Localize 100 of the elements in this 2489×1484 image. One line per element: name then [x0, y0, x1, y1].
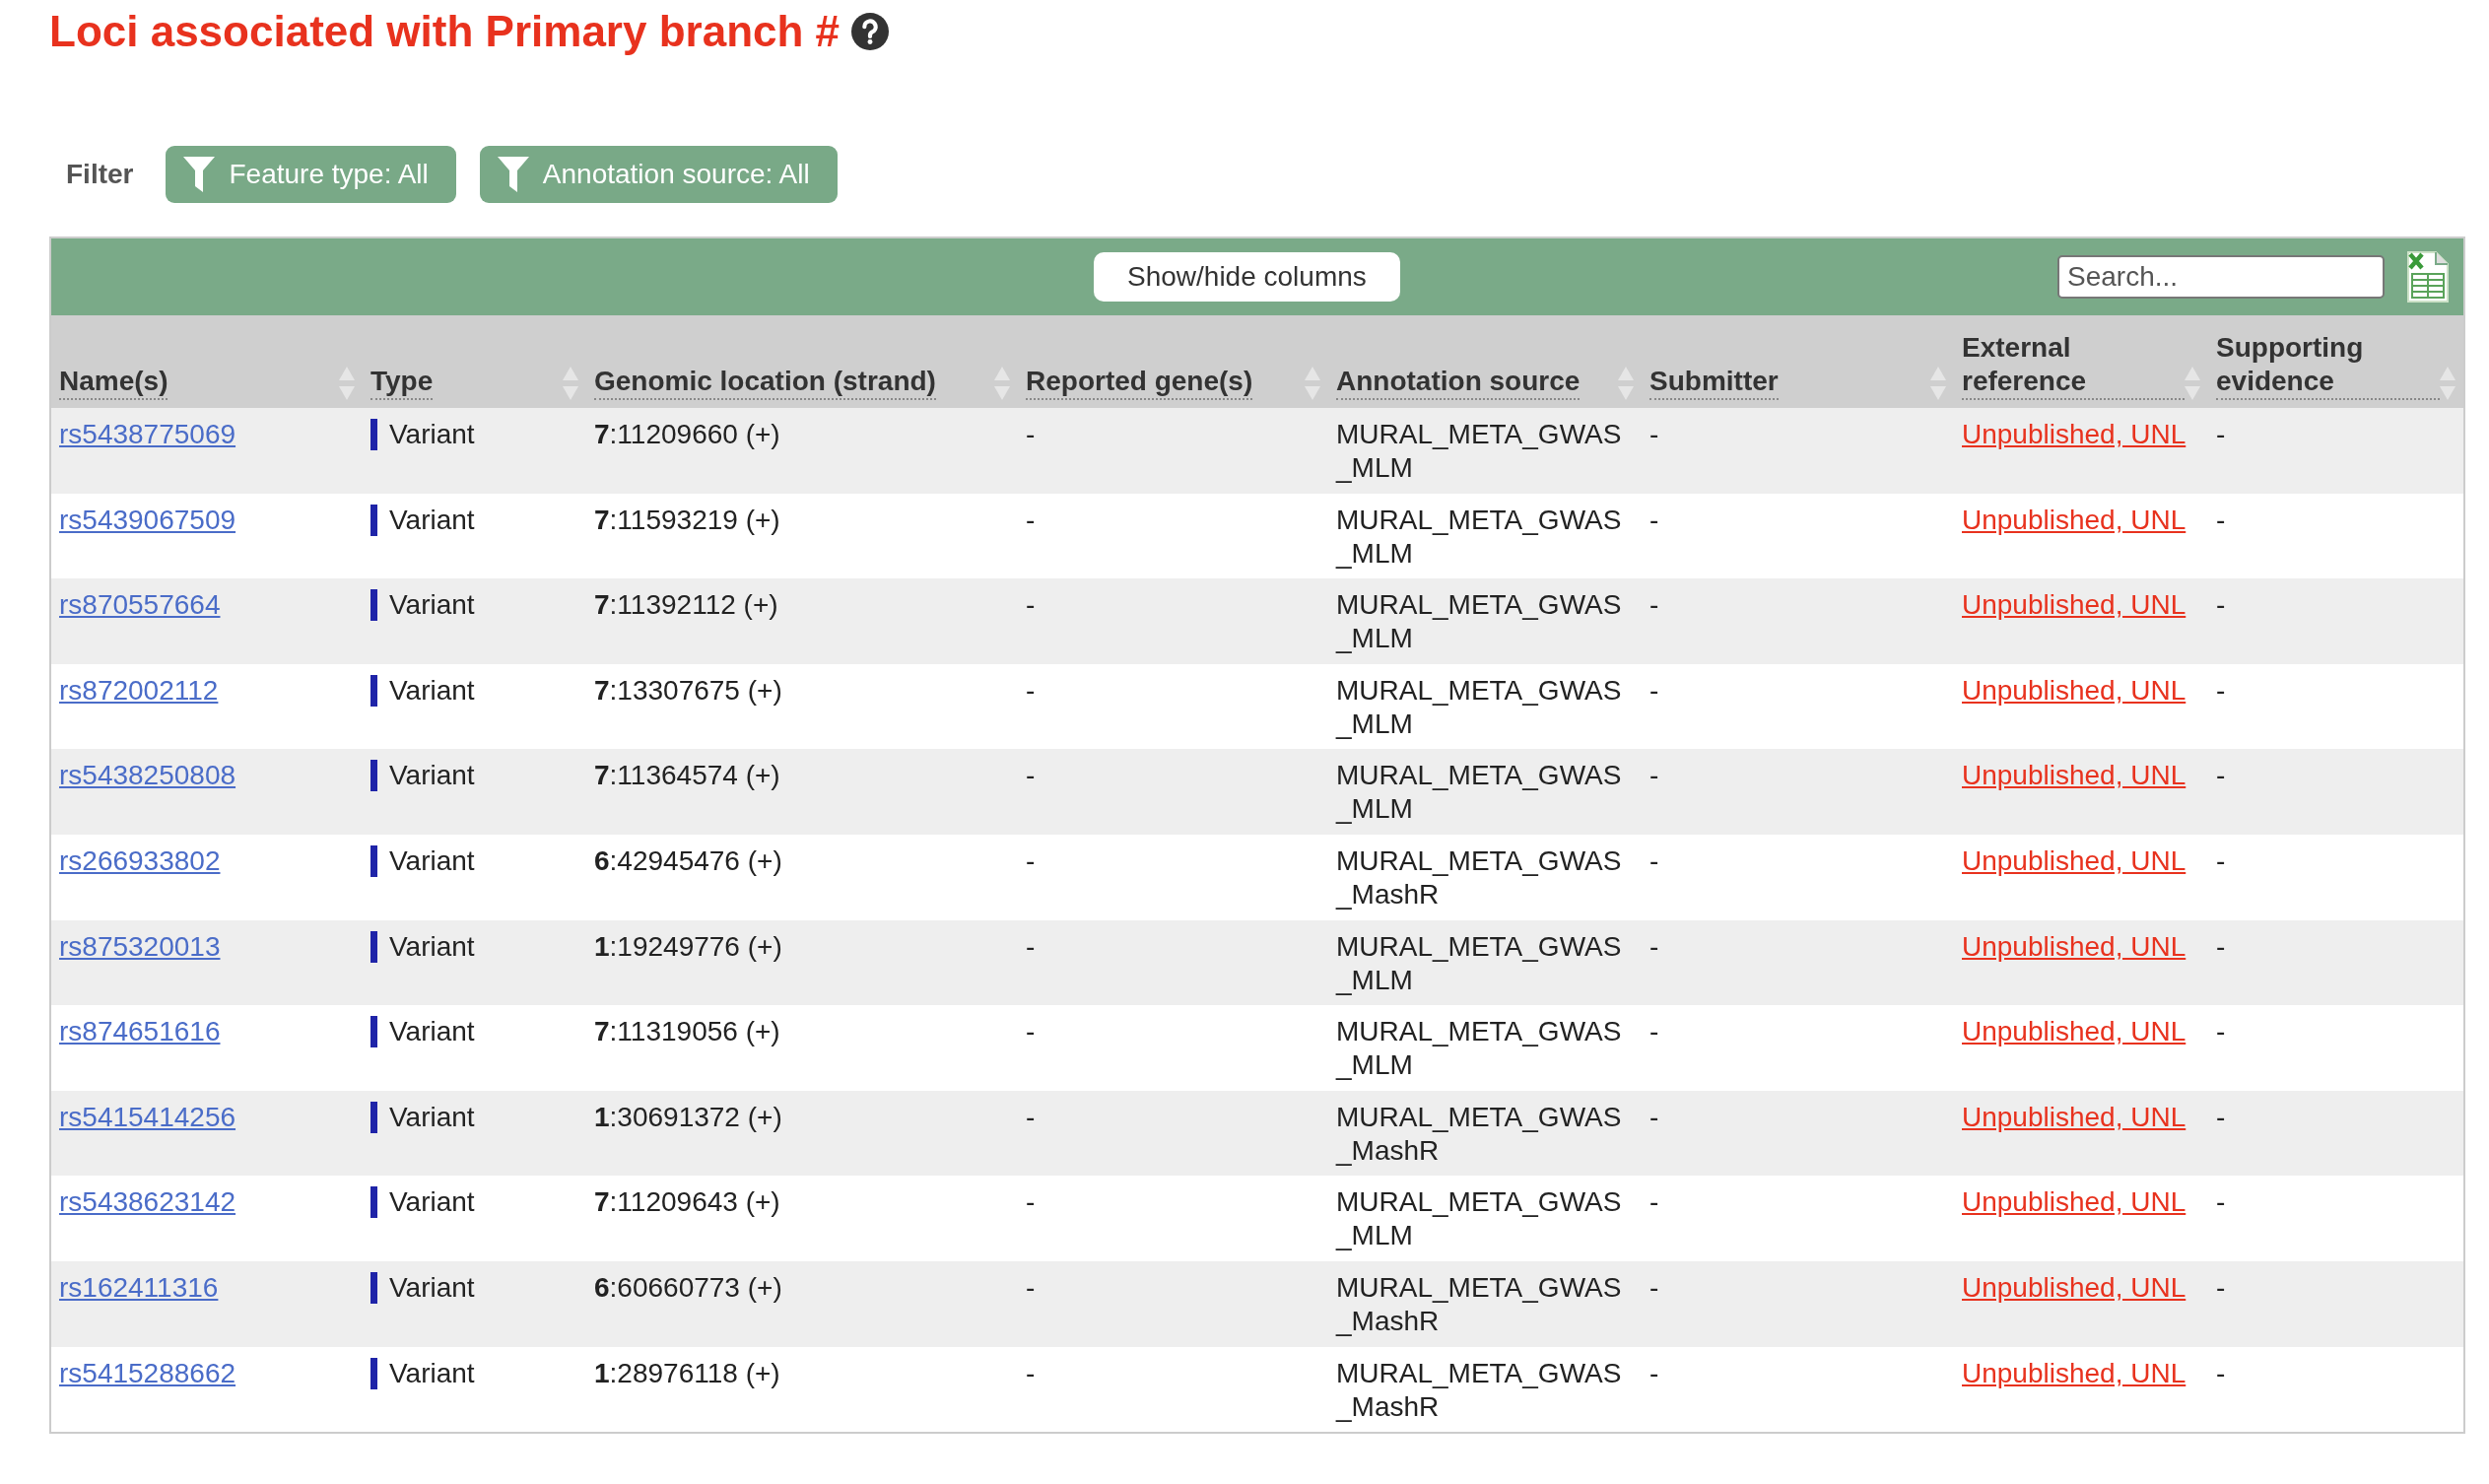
annotation-source: MURAL_META_GWAS_MashR	[1336, 1270, 1622, 1338]
locus-name-link[interactable]: rs872002112	[59, 674, 219, 706]
annotation-source: MURAL_META_GWAS_MLM	[1336, 588, 1622, 656]
reported-genes: -	[1026, 419, 1036, 449]
genomic-location: 6:60660773 (+)	[594, 1271, 782, 1303]
supporting-evidence: -	[2216, 1357, 2226, 1388]
submitter: -	[1649, 1271, 1659, 1303]
supporting-evidence: -	[2216, 760, 2226, 791]
type-text: Variant	[389, 843, 475, 878]
external-reference-link[interactable]: Unpublished, UNL	[1962, 1357, 2186, 1388]
type-text: Variant	[389, 1356, 475, 1390]
type-text: Variant	[389, 1185, 475, 1220]
type-text: Variant	[389, 1100, 475, 1134]
type-text: Variant	[389, 673, 475, 708]
help-icon[interactable]	[851, 13, 890, 50]
sort-icon	[2185, 367, 2200, 400]
type-text: Variant	[389, 1015, 475, 1049]
reported-genes: -	[1026, 589, 1036, 621]
locus-name-link[interactable]: rs5438623142	[59, 1186, 236, 1218]
type-text: Variant	[389, 929, 475, 964]
page-title: Loci associated with Primary branch #	[49, 7, 841, 56]
search-field[interactable]: Search...	[2057, 255, 2385, 299]
annotation-source: MURAL_META_GWAS_MLM	[1336, 759, 1622, 827]
external-reference-link[interactable]: Unpublished, UNL	[1962, 674, 2186, 706]
funnel-icon	[183, 157, 216, 192]
external-reference-link[interactable]: Unpublished, UNL	[1962, 504, 2186, 535]
submitter: -	[1649, 844, 1659, 876]
reported-genes: -	[1026, 760, 1036, 791]
reported-genes: -	[1026, 1016, 1036, 1047]
genomic-location: 7:11319056 (+)	[594, 1016, 780, 1047]
column-header[interactable]: Submitter	[1642, 315, 1954, 408]
reported-genes: -	[1026, 1357, 1036, 1388]
supporting-evidence: -	[2216, 1101, 2226, 1132]
locus-name-link[interactable]: rs875320013	[59, 930, 221, 962]
column-header[interactable]: Supporting evidence	[2208, 315, 2463, 408]
genomic-location: 7:11209643 (+)	[594, 1186, 780, 1218]
annotation-source: MURAL_META_GWAS_MLM	[1336, 418, 1622, 485]
submitter: -	[1649, 419, 1659, 449]
external-reference-link[interactable]: Unpublished, UNL	[1962, 844, 2186, 876]
locus-name-link[interactable]: rs266933802	[59, 844, 221, 876]
submitter: -	[1649, 1101, 1659, 1132]
reported-genes: -	[1026, 930, 1036, 962]
supporting-evidence: -	[2216, 1186, 2226, 1218]
supporting-evidence: -	[2216, 1271, 2226, 1303]
annotation-source: MURAL_META_GWAS_MashR	[1336, 1356, 1622, 1424]
sort-icon	[2440, 367, 2455, 400]
funnel-icon	[497, 157, 529, 192]
annotation-source: MURAL_META_GWAS_MLM	[1336, 1015, 1622, 1083]
locus-name-link[interactable]: rs5439067509	[59, 504, 236, 535]
annotation-source: MURAL_META_GWAS_MLM	[1336, 1185, 1622, 1253]
reported-genes: -	[1026, 844, 1036, 876]
genomic-location: 6:42945476 (+)	[594, 844, 782, 876]
genomic-location: 7:11209660 (+)	[594, 419, 780, 449]
supporting-evidence: -	[2216, 674, 2226, 706]
submitter: -	[1649, 930, 1659, 962]
type-text: Variant	[389, 588, 475, 623]
annotation-source: MURAL_META_GWAS_MashR	[1336, 843, 1622, 911]
locus-name-link[interactable]: rs162411316	[59, 1271, 219, 1303]
type-text: Variant	[389, 1270, 475, 1305]
genomic-location: 7:11392112 (+)	[594, 589, 778, 621]
annotation-source: MURAL_META_GWAS_MLM	[1336, 673, 1622, 741]
submitter: -	[1649, 674, 1659, 706]
type-text: Variant	[389, 759, 475, 793]
submitter: -	[1649, 1357, 1659, 1388]
genomic-location: 7:11593219 (+)	[594, 504, 780, 535]
external-reference-link[interactable]: Unpublished, UNL	[1962, 1186, 2186, 1218]
type-text: Variant	[389, 503, 475, 537]
submitter: -	[1649, 1016, 1659, 1047]
column-header[interactable]: Name(s)	[51, 315, 363, 408]
column-header[interactable]: Type	[363, 315, 586, 408]
locus-name-link[interactable]: rs870557664	[59, 589, 221, 621]
filter-button[interactable]: Feature type: All	[166, 146, 456, 203]
filter-button[interactable]: Annotation source: All	[479, 146, 838, 203]
reported-genes: -	[1026, 674, 1036, 706]
submitter: -	[1649, 504, 1659, 535]
genomic-location: 7:11364574 (+)	[594, 760, 780, 791]
column-header[interactable]: External reference	[1954, 315, 2208, 408]
external-reference-link[interactable]: Unpublished, UNL	[1962, 1016, 2186, 1047]
filter-label: Filter	[66, 159, 134, 190]
show-hide-columns-button[interactable]: Show/hide columns	[1094, 252, 1400, 302]
supporting-evidence: -	[2216, 930, 2226, 962]
supporting-evidence: -	[2216, 1016, 2226, 1047]
reported-genes: -	[1026, 1186, 1036, 1218]
submitter: -	[1649, 760, 1659, 791]
reported-genes: -	[1026, 1271, 1036, 1303]
column-header[interactable]: Reported gene(s)	[1018, 315, 1328, 408]
spreadsheet-export-icon[interactable]	[2406, 250, 2450, 304]
supporting-evidence: -	[2216, 589, 2226, 621]
genomic-location: 1:19249776 (+)	[594, 930, 782, 962]
locus-name-link[interactable]: rs874651616	[59, 1016, 221, 1047]
column-header[interactable]: Genomic location (strand)	[586, 315, 1018, 408]
annotation-source: MURAL_META_GWAS_MashR	[1336, 1100, 1622, 1168]
column-header[interactable]: Annotation source	[1328, 315, 1642, 408]
supporting-evidence: -	[2216, 504, 2226, 535]
type-text: Variant	[389, 418, 475, 451]
submitter: -	[1649, 1186, 1659, 1218]
reported-genes: -	[1026, 1101, 1036, 1132]
locus-name-link[interactable]: rs5415288662	[59, 1357, 236, 1388]
annotation-source: MURAL_META_GWAS_MLM	[1336, 929, 1622, 997]
genomic-location: 1:28976118 (+)	[594, 1357, 780, 1388]
